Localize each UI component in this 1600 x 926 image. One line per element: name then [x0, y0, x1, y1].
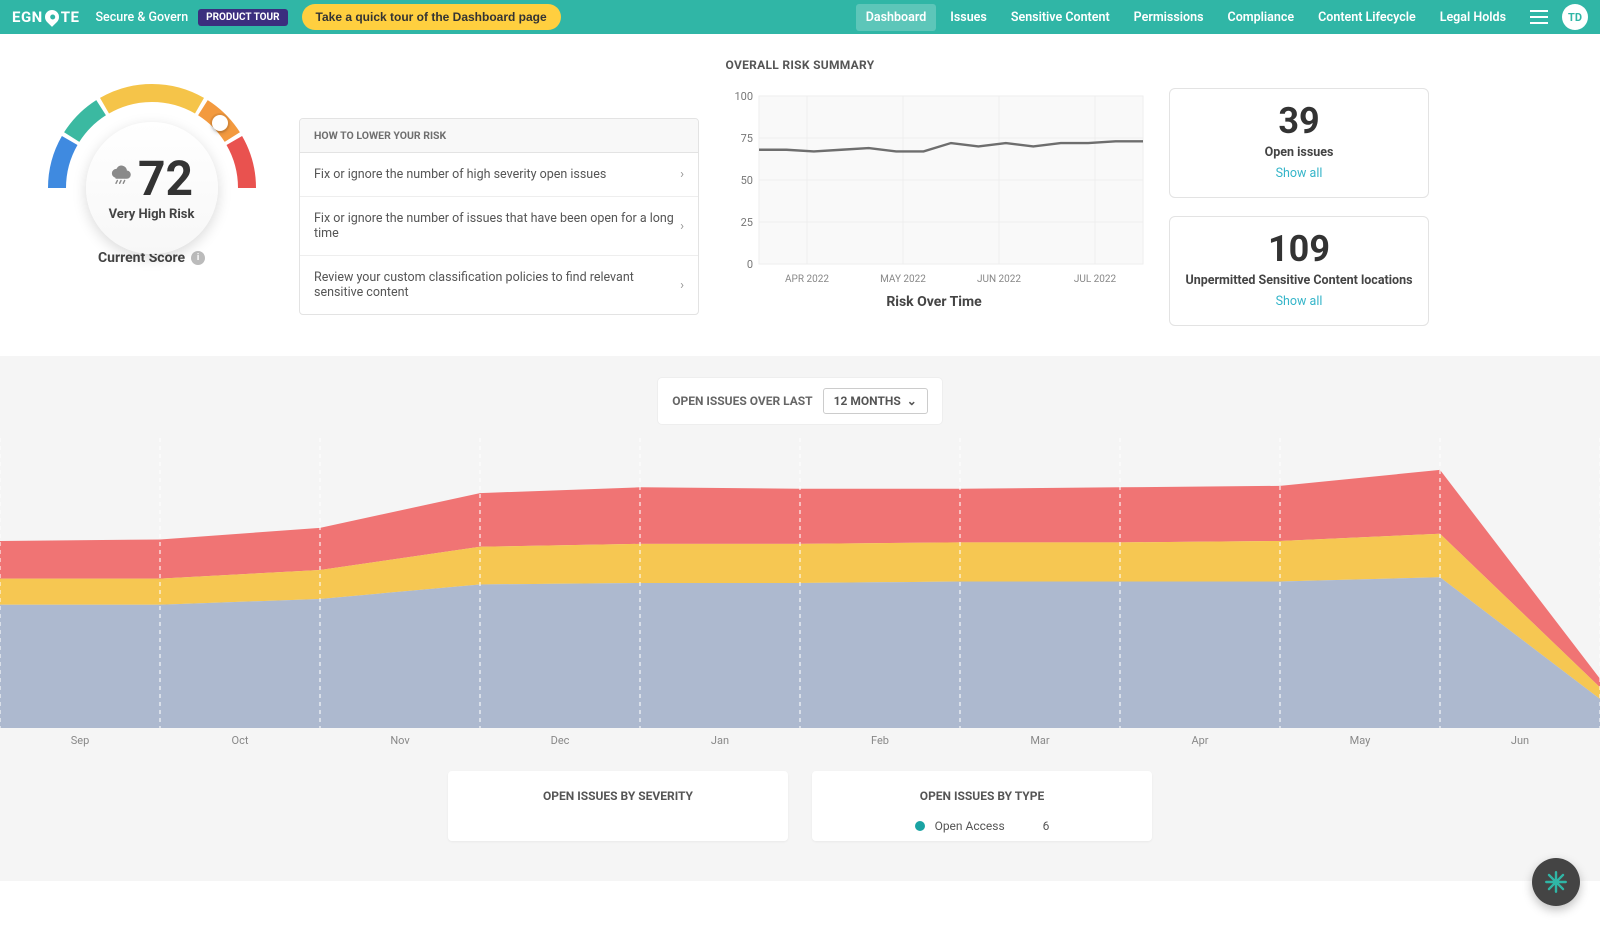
month-tick: Jan — [640, 734, 800, 747]
open-issues-range-select[interactable]: 12 MONTHS ⌄ — [823, 388, 928, 414]
area-chart-month-axis: SepOctNovDecJanFebMarAprMayJun — [0, 728, 1600, 771]
hamburger-menu-icon[interactable] — [1530, 10, 1548, 24]
primary-nav: Dashboard Issues Sensitive Content Permi… — [856, 4, 1516, 31]
month-tick: Sep — [0, 734, 160, 747]
nav-dashboard[interactable]: Dashboard — [856, 4, 937, 31]
gauge-inner-circle: 72 Very High Risk — [86, 122, 218, 254]
open-issues-label: Open issues — [1180, 145, 1418, 160]
chevron-down-icon: ⌄ — [907, 394, 917, 408]
open-issues-count: 39 — [1180, 103, 1418, 139]
product-tour-badge: PRODUCT TOUR — [198, 9, 287, 26]
lower-risk-tips-box: HOW TO LOWER YOUR RISK Fix or ignore the… — [299, 118, 699, 315]
gauge-needle-dot — [212, 115, 228, 131]
help-fab-button[interactable] — [1532, 858, 1580, 906]
brand-text-right: TE — [61, 8, 80, 26]
month-tick: Jun — [1440, 734, 1600, 747]
open-issues-range-value: 12 MONTHS — [834, 394, 901, 408]
stat-cards-column: 39 Open issues Show all 109 Unpermitted … — [1169, 88, 1429, 326]
month-tick: Mar — [960, 734, 1120, 747]
svg-text:75: 75 — [741, 132, 753, 145]
secure-govern-label: Secure & Govern — [95, 10, 188, 25]
brand-logo: EGN TE — [12, 8, 79, 26]
svg-text:MAY 2022: MAY 2022 — [880, 274, 926, 285]
svg-text:JUL 2022: JUL 2022 — [1074, 274, 1117, 285]
risk-over-time-title: Risk Over Time — [719, 294, 1149, 310]
type-legend-label: Open Access — [935, 819, 1005, 833]
type-card-title: OPEN ISSUES BY TYPE — [830, 789, 1134, 803]
chevron-right-icon: › — [680, 167, 684, 182]
open-issues-header: OPEN ISSUES OVER LAST 12 MONTHS ⌄ — [658, 378, 942, 424]
gauge-score-value: 72 — [138, 155, 193, 203]
nav-legal-holds[interactable]: Legal Holds — [1430, 4, 1516, 31]
gauge-risk-label: Very High Risk — [109, 207, 195, 222]
type-legend-row: Open Access 6 — [830, 819, 1134, 833]
svg-text:100: 100 — [734, 90, 753, 103]
chevron-right-icon: › — [680, 219, 684, 234]
tip-row[interactable]: Review your custom classification polici… — [300, 256, 698, 314]
unpermitted-locations-card: 109 Unpermitted Sensitive Content locati… — [1169, 216, 1429, 326]
gauge-column: 72 Very High Risk Current Score i — [24, 88, 279, 266]
summary-row: 72 Very High Risk Current Score i HOW TO… — [0, 88, 1600, 356]
spark-icon — [1543, 869, 1569, 895]
open-issues-label: OPEN ISSUES OVER LAST — [672, 394, 812, 408]
tip-text: Fix or ignore the number of issues that … — [314, 211, 680, 241]
risk-over-time-column: 0 25 50 75 100 APR 2022 MAY 2022 JUN 2022 JUL 20… — [719, 88, 1149, 310]
tips-header: HOW TO LOWER YOUR RISK — [300, 119, 698, 153]
tip-text: Review your custom classification polici… — [314, 270, 644, 300]
month-tick: Nov — [320, 734, 480, 747]
unpermitted-label: Unpermitted Sensitive Content locations — [1180, 273, 1418, 288]
type-legend-value: 6 — [1043, 819, 1050, 833]
type-legend-dot-icon — [915, 821, 925, 831]
nav-sensitive-content[interactable]: Sensitive Content — [1001, 4, 1120, 31]
chevron-right-icon: › — [680, 278, 684, 293]
severity-card-title: OPEN ISSUES BY SEVERITY — [466, 789, 770, 803]
month-tick: Oct — [160, 734, 320, 747]
nav-issues[interactable]: Issues — [940, 4, 997, 31]
svg-text:0: 0 — [747, 258, 753, 271]
risk-gauge: 72 Very High Risk — [47, 88, 257, 238]
nav-content-lifecycle[interactable]: Content Lifecycle — [1308, 4, 1426, 31]
brand-logo-mark-icon — [42, 7, 62, 27]
svg-text:APR 2022: APR 2022 — [785, 274, 829, 285]
month-tick: May — [1280, 734, 1440, 747]
tip-text: Fix or ignore the number of high severit… — [314, 167, 606, 182]
svg-text:50: 50 — [741, 174, 753, 187]
month-tick: Dec — [480, 734, 640, 747]
overall-risk-summary-title: OVERALL RISK SUMMARY — [0, 34, 1600, 88]
risk-over-time-chart: 0 25 50 75 100 APR 2022 MAY 2022 JUN 2022 JUL 20… — [719, 88, 1149, 288]
open-issues-section: OPEN ISSUES OVER LAST 12 MONTHS ⌄ SepOct… — [0, 356, 1600, 881]
info-icon[interactable]: i — [191, 251, 205, 265]
svg-text:25: 25 — [741, 216, 753, 229]
area-chart-svg — [0, 438, 1600, 728]
tip-row[interactable]: Fix or ignore the number of issues that … — [300, 197, 698, 256]
nav-permissions[interactable]: Permissions — [1124, 4, 1214, 31]
unpermitted-count: 109 — [1180, 231, 1418, 267]
user-avatar[interactable]: TD — [1562, 4, 1588, 30]
tip-row[interactable]: Fix or ignore the number of high severit… — [300, 153, 698, 197]
take-tour-button[interactable]: Take a quick tour of the Dashboard page — [302, 4, 561, 30]
brand-text-left: EGN — [12, 8, 43, 26]
open-issues-card: 39 Open issues Show all — [1169, 88, 1429, 198]
bottom-cards-row: OPEN ISSUES BY SEVERITY OPEN ISSUES BY T… — [0, 771, 1600, 881]
nav-compliance[interactable]: Compliance — [1218, 4, 1305, 31]
open-issues-area-chart — [0, 438, 1600, 728]
unpermitted-show-all-link[interactable]: Show all — [1276, 294, 1323, 309]
tips-column: HOW TO LOWER YOUR RISK Fix or ignore the… — [299, 88, 699, 315]
month-tick: Feb — [800, 734, 960, 747]
top-nav: EGN TE Secure & Govern PRODUCT TOUR Take… — [0, 0, 1600, 34]
month-tick: Apr — [1120, 734, 1280, 747]
cloud-rain-icon — [110, 166, 132, 191]
svg-text:JUN 2022: JUN 2022 — [977, 274, 1021, 285]
open-issues-show-all-link[interactable]: Show all — [1276, 166, 1323, 181]
open-issues-by-severity-card: OPEN ISSUES BY SEVERITY — [448, 771, 788, 841]
open-issues-by-type-card: OPEN ISSUES BY TYPE Open Access 6 — [812, 771, 1152, 841]
